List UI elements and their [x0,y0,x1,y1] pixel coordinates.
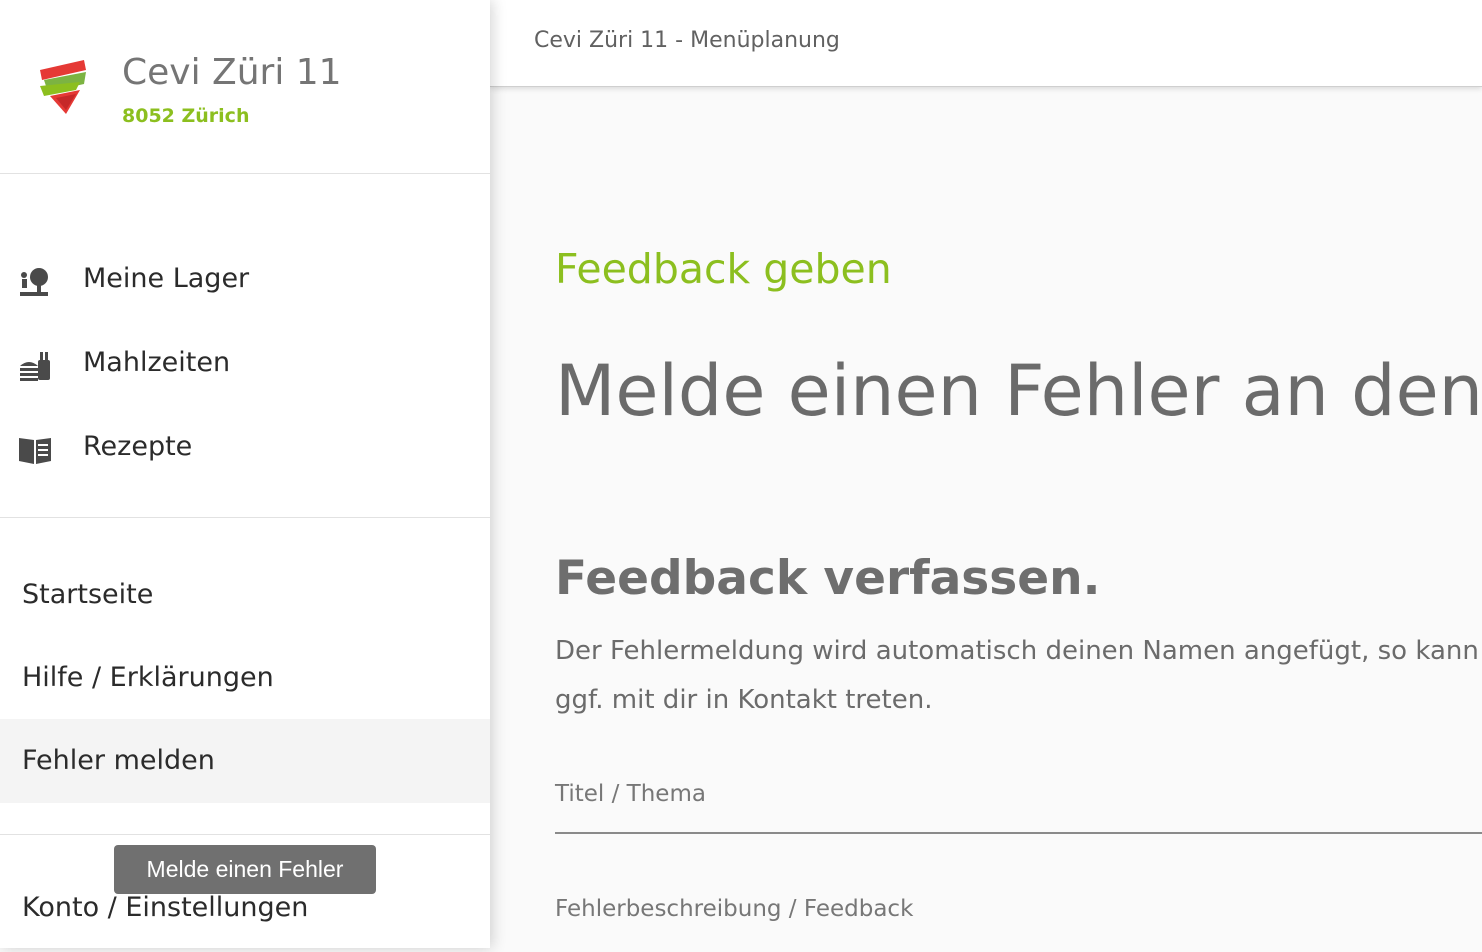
tooltip: Melde einen Fehler [114,845,376,894]
sidebar-item-mahlzeiten[interactable]: Mahlzeiten [0,323,490,407]
section-title: Feedback verfassen. [555,551,1101,606]
sidebar-divider [0,517,490,518]
section-description-line: Der Fehlermeldung wird automatisch deine… [555,636,1482,666]
page-eyebrow: Feedback geben [555,245,892,293]
sidebar-link-startseite[interactable]: Startseite [0,553,490,637]
page-headline: Melde einen Fehler an den Entwickler [555,350,1482,432]
sidebar-item-label: Meine Lager [83,263,250,294]
sidebar-link-label: Konto / Einstellungen [22,892,309,923]
cevi-logo-icon [36,56,92,114]
title-input[interactable]: Titel / Thema [555,777,1482,834]
sidebar-item-label: Rezepte [83,431,193,462]
main-content: Feedback geben Melde einen Fehler an den… [490,87,1482,948]
app-name: Cevi Züri 11 [122,52,342,93]
sidebar-link-label: Fehler melden [22,745,215,776]
section-description-line: ggf. mit dir in Kontakt treten. [555,685,933,715]
app-location: 8052 Zürich [122,105,250,127]
sidebar-link-label: Startseite [22,579,154,610]
sidebar-item-meine-lager[interactable]: Meine Lager [0,239,490,323]
section-description: Der Fehlermeldung wird automatisch deine… [555,627,1482,725]
meal-icon [18,350,52,382]
sidebar-link-label: Hilfe / Erklärungen [22,662,274,693]
brand-header: Cevi Züri 11 8052 Zürich [0,0,490,174]
sidebar: Cevi Züri 11 8052 Zürich Meine Lager Mah… [0,0,490,948]
description-textarea[interactable]: Fehlerbeschreibung / Feedback [555,892,1482,948]
sidebar-item-label: Mahlzeiten [83,347,231,378]
sidebar-link-fehler-melden[interactable]: Fehler melden [0,719,490,803]
sidebar-divider [0,834,490,835]
sidebar-link-hilfe[interactable]: Hilfe / Erklärungen [0,636,490,720]
top-app-bar: Cevi Züri 11 - Menüplanung [490,0,1482,87]
description-textarea-label: Fehlerbeschreibung / Feedback [555,896,914,922]
page-title: Cevi Züri 11 - Menüplanung [534,28,840,53]
sidebar-item-rezepte[interactable]: Rezepte [0,407,490,491]
book-icon [18,434,52,466]
title-input-label: Titel / Thema [555,781,706,807]
camp-tree-icon [18,266,52,298]
